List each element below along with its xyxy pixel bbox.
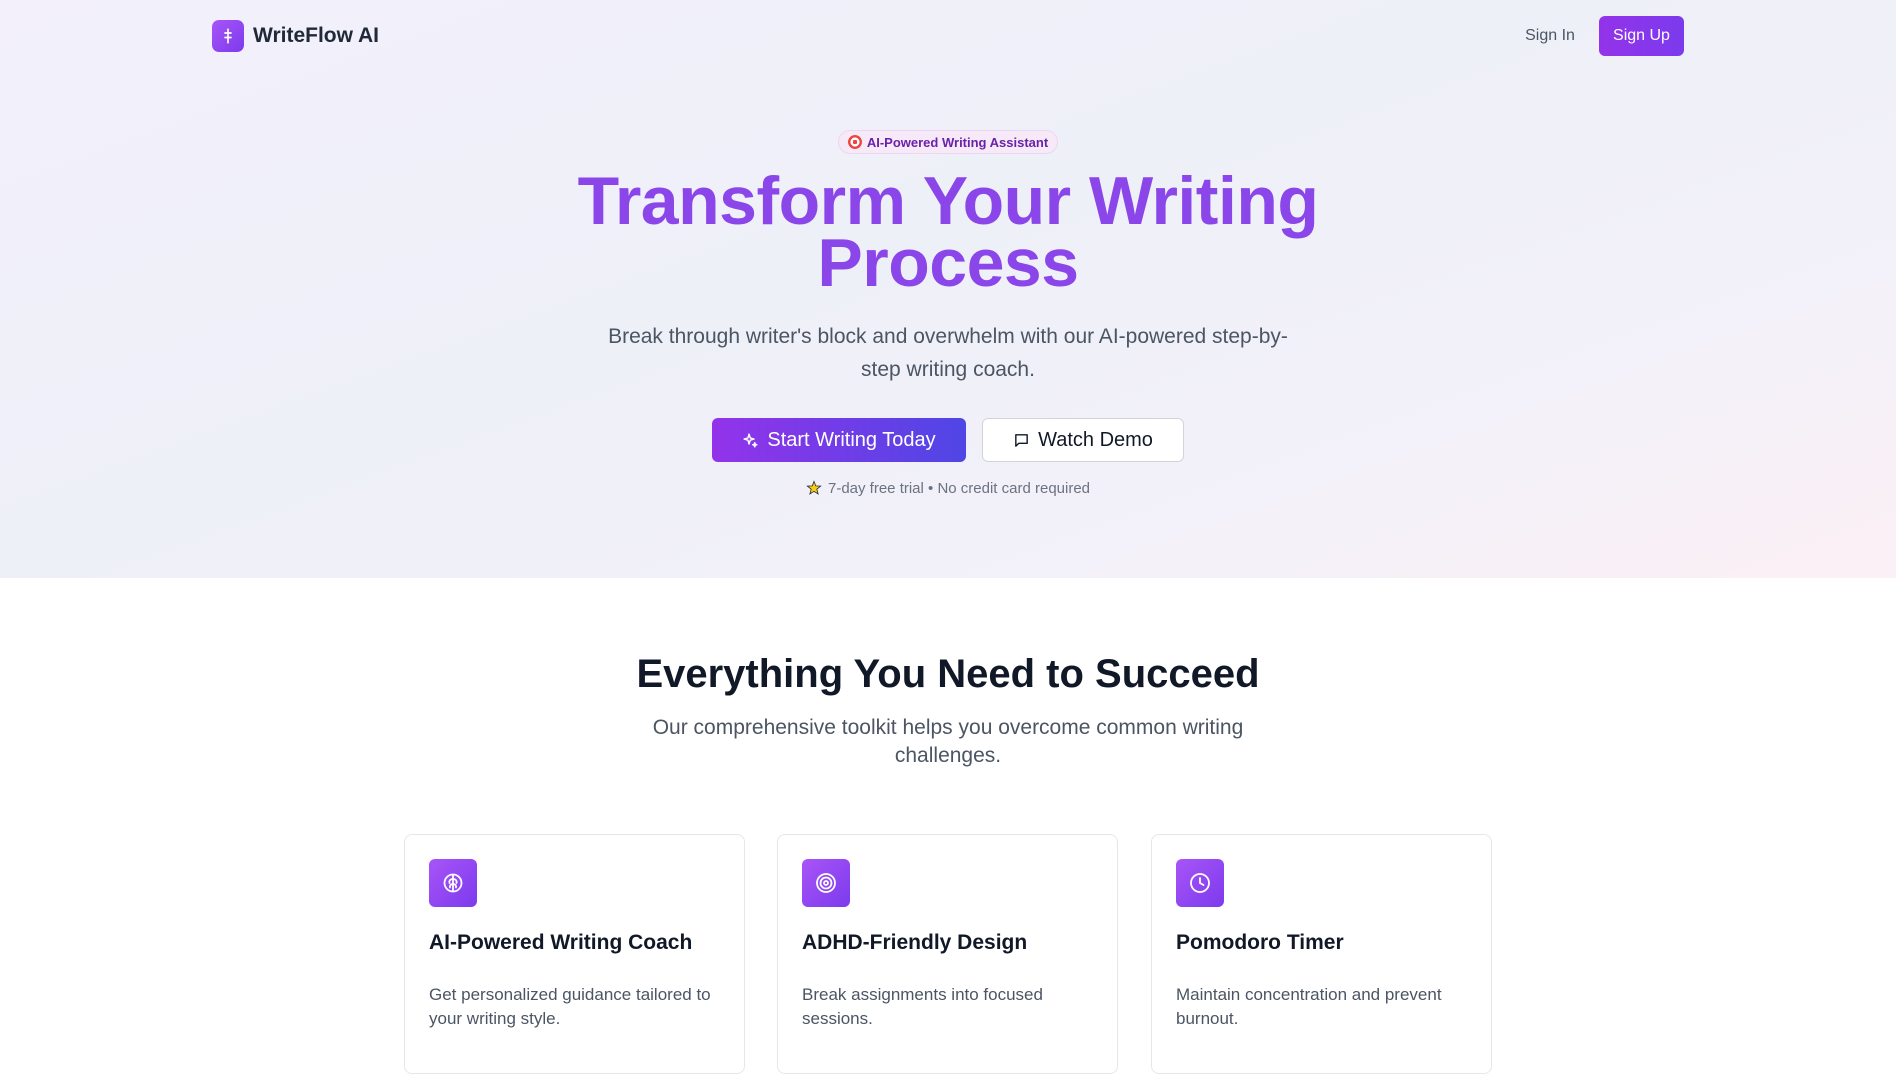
features-subtitle: Our comprehensive toolkit helps you over… <box>652 716 1244 767</box>
hero-section: WriteFlow AI Sign In Sign Up AI-Powered … <box>0 0 1896 578</box>
star-emoji-icon <box>806 480 822 495</box>
trial-note-label: 7-day free trial • No credit card requir… <box>827 479 1091 497</box>
hero-badge-label: AI-Powered Writing Assistant <box>866 134 1049 150</box>
start-writing-button[interactable]: Start Writing Today <box>712 418 966 462</box>
brain-icon <box>429 859 477 907</box>
sparkles-icon <box>743 432 758 448</box>
brand[interactable]: WriteFlow AI <box>212 20 379 52</box>
feature-description: Maintain concentration and prevent burno… <box>1176 985 1442 1028</box>
brand-name: WriteFlow AI <box>253 24 379 47</box>
sign-up-button[interactable]: Sign Up <box>1599 16 1684 56</box>
clock-icon <box>1176 859 1224 907</box>
feature-description: Get personalized guidance tailored to yo… <box>429 985 711 1028</box>
feature-card-pomodoro: Pomodoro Timer Maintain concentration an… <box>1151 834 1492 1074</box>
feature-card-adhd-design: ADHD-Friendly Design Break assignments i… <box>777 834 1118 1074</box>
sign-in-link[interactable]: Sign In <box>1512 20 1588 52</box>
feature-title: AI-Powered Writing Coach <box>429 931 693 954</box>
feature-description: Break assignments into focused sessions. <box>802 985 1043 1028</box>
watch-demo-button[interactable]: Watch Demo <box>982 418 1184 462</box>
hero-title: Transform Your Writing Process <box>577 163 1319 301</box>
hero-subtitle: Break through writer's block and overwhe… <box>608 325 1288 381</box>
pen-logo-icon <box>212 20 244 52</box>
watch-demo-label: Watch Demo <box>1038 428 1153 451</box>
features-title: Everything You Need to Succeed <box>636 652 1260 696</box>
feature-title: ADHD-Friendly Design <box>802 931 1028 954</box>
feature-title: Pomodoro Timer <box>1176 931 1344 954</box>
hero-badge: AI-Powered Writing Assistant <box>838 130 1058 154</box>
start-writing-label: Start Writing Today <box>767 428 936 451</box>
message-square-icon <box>1015 433 1028 447</box>
feature-card-writing-coach: AI-Powered Writing Coach Get personalize… <box>404 834 745 1074</box>
trial-note: 7-day free trial • No credit card requir… <box>748 478 1148 498</box>
target-emoji-icon <box>847 135 862 149</box>
target-icon <box>802 859 850 907</box>
